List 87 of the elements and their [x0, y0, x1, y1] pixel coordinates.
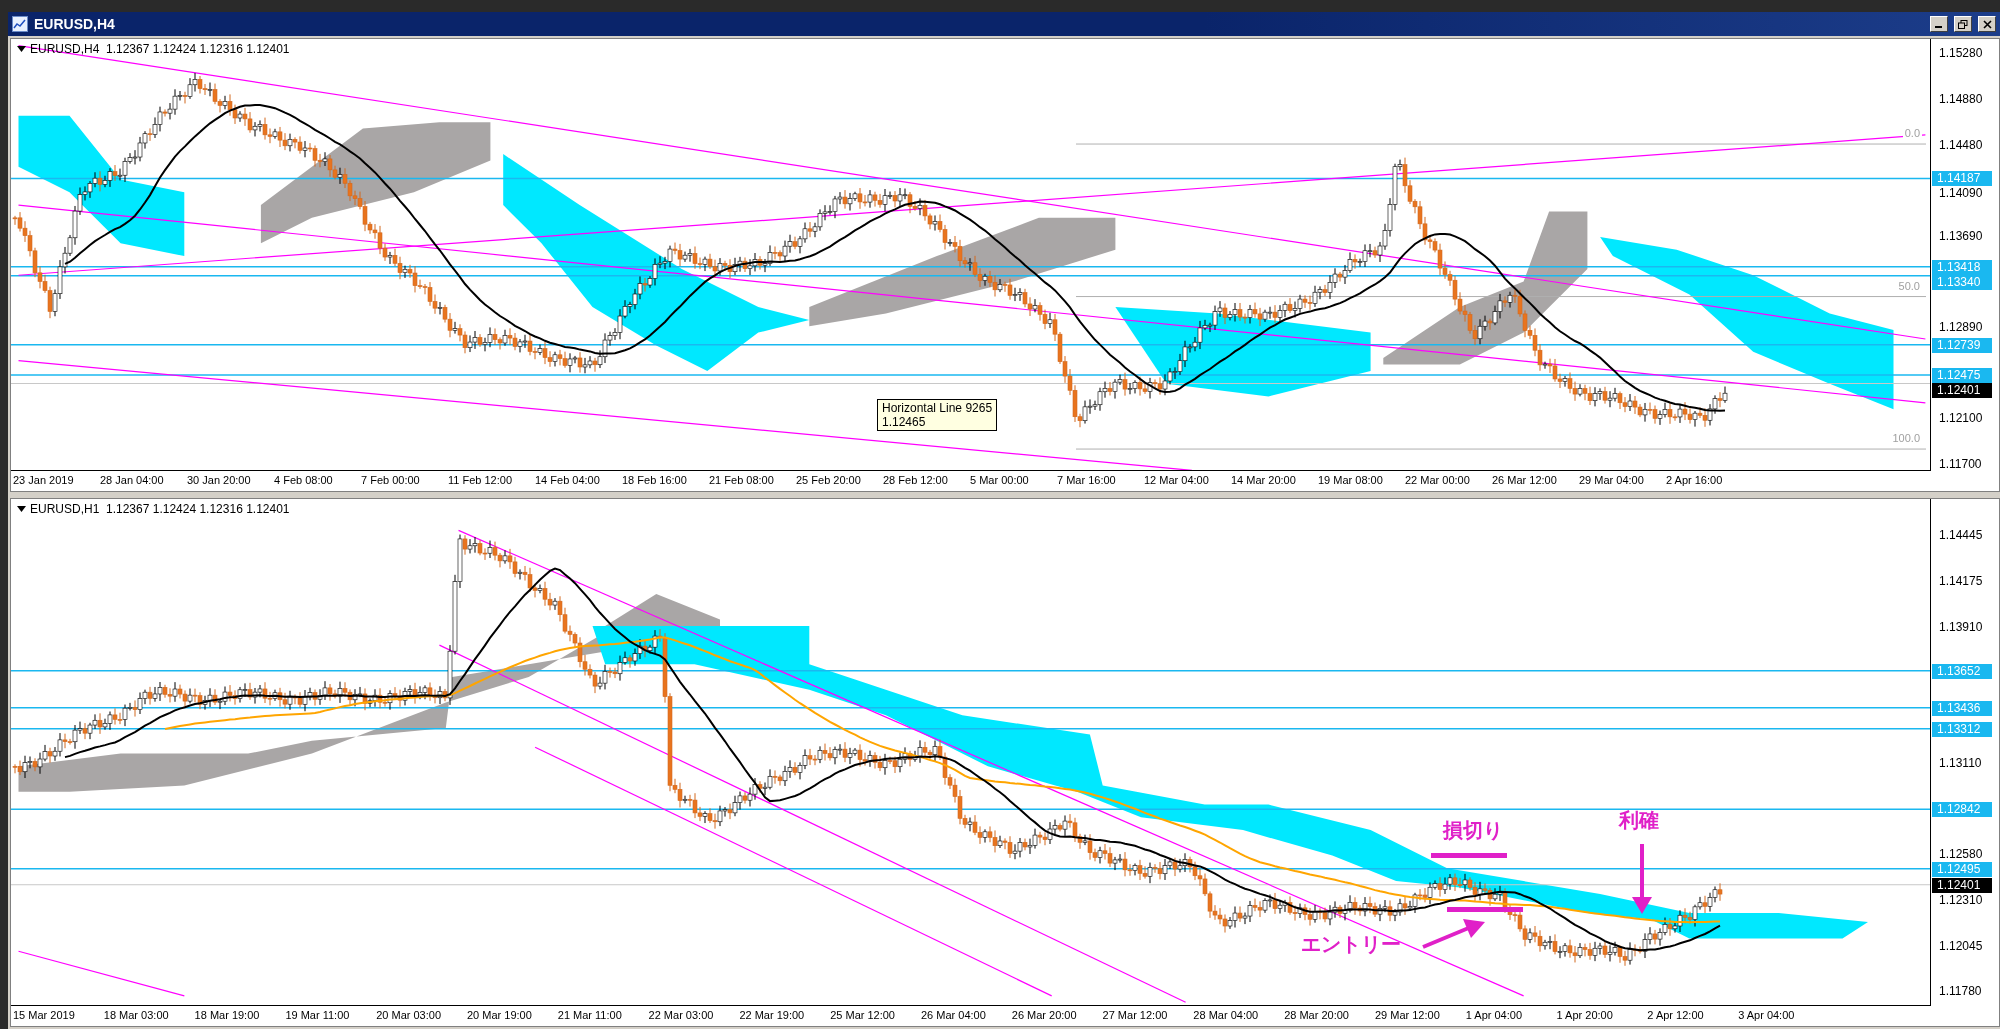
time-label: 20 Mar 03:00 — [376, 1008, 442, 1023]
time-label: 20 Mar 19:00 — [467, 1008, 533, 1023]
time-label: 21 Feb 08:00 — [709, 473, 775, 488]
time-label: 29 Mar 04:00 — [1579, 473, 1645, 488]
price-label: 1.14175 — [1939, 574, 1983, 589]
time-label: 26 Mar 04:00 — [920, 1008, 987, 1023]
price-label: 1.13910 — [1939, 619, 1983, 634]
price-label: 1.15280 — [1939, 46, 1983, 60]
annotation-text: 損切り — [1443, 818, 1503, 843]
chart-header: EURUSD,H4 1.12367 1.12424 1.12316 1.12401 — [30, 42, 290, 56]
time-label: 4 Feb 08:00 — [274, 473, 334, 488]
price-label: 1.13690 — [1939, 228, 1983, 243]
time-label: 14 Mar 20:00 — [1231, 473, 1297, 488]
annotation-text: 利確 — [1619, 808, 1659, 833]
time-label: 1 Apr 20:00 — [1556, 1008, 1614, 1023]
price-label: 1.12100 — [1939, 411, 1983, 426]
time-label: 22 Mar 03:00 — [648, 1008, 715, 1023]
price-label: 1.14445 — [1939, 528, 1983, 542]
time-label: 25 Feb 20:00 — [796, 473, 862, 488]
time-label: 1 Apr 04:00 — [1465, 1008, 1524, 1023]
arrow-drawing — [1632, 844, 1652, 914]
time-label: 2 Apr 16:00 — [1666, 473, 1724, 488]
price-label: 1.12045 — [1939, 938, 1983, 953]
fibonacci-level-label: 100.0 — [1890, 432, 1922, 445]
time-label: 2 Apr 12:00 — [1647, 1008, 1705, 1023]
time-label: 12 Mar 04:00 — [1144, 473, 1210, 488]
price-label: 1.12890 — [1939, 320, 1983, 335]
time-label: 26 Mar 12:00 — [1492, 473, 1558, 488]
price-tag: 1.12475 — [1932, 368, 1992, 383]
time-label: 28 Feb 12:00 — [883, 473, 949, 488]
annotation-text: エントリー — [1301, 932, 1401, 957]
time-label: 7 Mar 16:00 — [1057, 473, 1117, 488]
time-label: 29 Mar 12:00 — [1374, 1008, 1441, 1023]
restore-icon — [1958, 19, 1968, 29]
time-label: 14 Feb 04:00 — [535, 473, 601, 488]
time-label: 26 Mar 20:00 — [1011, 1008, 1078, 1023]
current-price-tag: 1.12401 — [1932, 383, 1992, 398]
time-label: 25 Mar 12:00 — [830, 1008, 896, 1023]
time-label: 18 Mar 19:00 — [194, 1008, 261, 1023]
time-label: 3 Apr 04:00 — [1738, 1008, 1796, 1023]
close-button[interactable] — [1978, 16, 1996, 32]
minimize-button[interactable] — [1930, 16, 1948, 32]
chart-window-icon — [12, 16, 28, 32]
price-label: 1.13110 — [1939, 756, 1982, 771]
close-icon — [1982, 19, 1992, 29]
fibonacci-level-label: 0.0 — [1902, 127, 1922, 140]
price-label: 1.12310 — [1939, 893, 1983, 908]
time-label: 21 Mar 11:00 — [557, 1008, 623, 1023]
price-label: 1.11700 — [1939, 456, 1982, 471]
time-label: 28 Jan 04:00 — [100, 473, 165, 488]
time-label: 30 Jan 20:00 — [187, 473, 252, 488]
chart-header: EURUSD,H1 1.12367 1.12424 1.12316 1.12401 — [30, 502, 290, 516]
time-label: 7 Feb 00:00 — [361, 473, 421, 488]
price-tag: 1.14187 — [1932, 171, 1992, 187]
fibonacci-level-label: 50.0 — [1896, 279, 1922, 292]
time-label: 11 Feb 12:00 — [448, 473, 513, 488]
time-label: 28 Mar 20:00 — [1284, 1008, 1350, 1023]
dropdown-icon[interactable] — [17, 46, 26, 52]
time-label: 22 Mar 19:00 — [739, 1008, 806, 1023]
time-label: 5 Mar 00:00 — [970, 473, 1030, 488]
price-label: 1.14480 — [1939, 137, 1983, 152]
price-tag: 1.13418 — [1932, 259, 1992, 275]
time-label: 23 Jan 2019 — [13, 473, 75, 488]
restore-button[interactable] — [1954, 16, 1972, 32]
time-label: 19 Mar 11:00 — [285, 1008, 351, 1023]
time-label: 19 Mar 08:00 — [1318, 473, 1384, 488]
tooltip-title: Horizontal Line 9265 — [882, 401, 993, 415]
window-title: EURUSD,H4 — [34, 16, 116, 32]
time-label: 28 Mar 04:00 — [1193, 1008, 1260, 1023]
time-label: 18 Mar 03:00 — [103, 1008, 170, 1023]
price-label: 1.12580 — [1939, 846, 1983, 861]
price-tag: 1.12739 — [1932, 337, 1992, 353]
time-label: 15 Mar 2019 — [13, 1008, 76, 1023]
dropdown-icon[interactable] — [17, 506, 26, 512]
price-tag: 1.13312 — [1932, 721, 1992, 737]
time-label: 22 Mar 00:00 — [1405, 473, 1471, 488]
tooltip-value: 1.12465 — [882, 415, 927, 429]
price-label: 1.11780 — [1939, 984, 1982, 998]
price-label: 1.14090 — [1939, 186, 1983, 201]
price-label: 1.14880 — [1939, 91, 1983, 106]
current-price-tag: 1.12401 — [1932, 877, 1992, 893]
price-tag: 1.13436 — [1932, 700, 1992, 716]
price-tag: 1.12495 — [1932, 861, 1992, 877]
time-label: 27 Mar 12:00 — [1102, 1008, 1169, 1023]
price-tag: 1.13652 — [1932, 663, 1992, 679]
time-label: 18 Feb 16:00 — [622, 473, 688, 488]
price-tag: 1.12842 — [1932, 802, 1992, 818]
